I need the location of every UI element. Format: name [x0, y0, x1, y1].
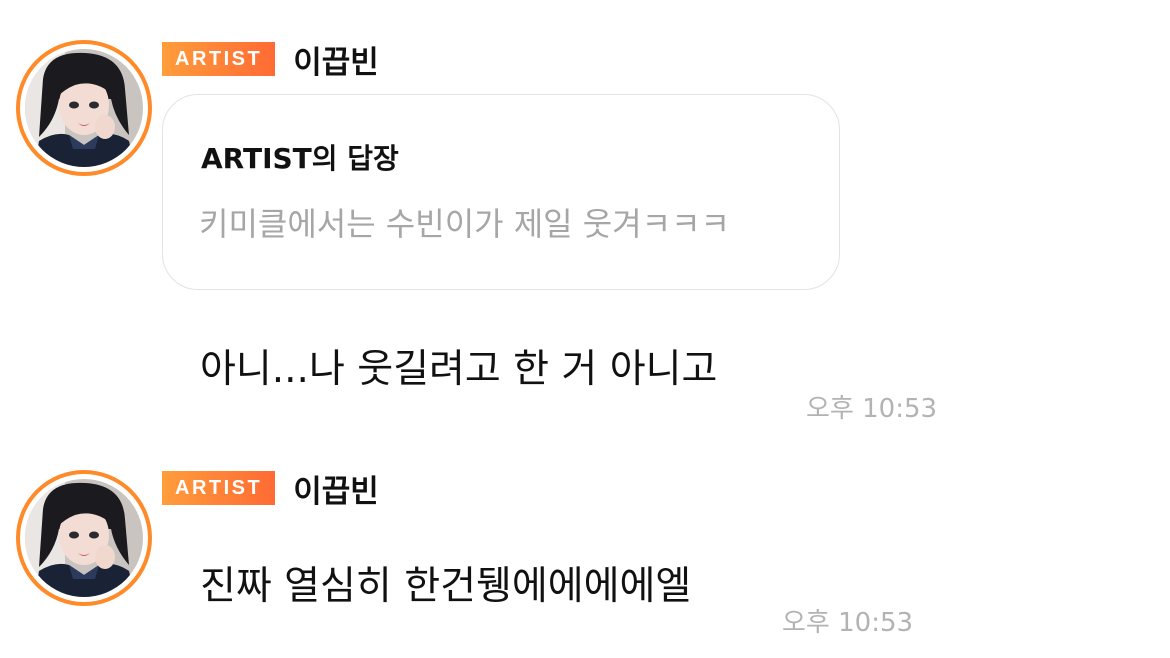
reply-quote-card[interactable]: ARTIST의 답장 키미클에서는 수빈이가 제일 웃겨ㅋㅋㅋ [162, 94, 840, 290]
message-group: ARTIST 이끕빈 ARTIST의 답장 키미클에서는 수빈이가 제일 웃겨ㅋ… [0, 0, 1170, 440]
message-timestamp: 오후 10:53 [782, 608, 914, 638]
message-header: ARTIST 이끕빈 [162, 466, 379, 511]
profile-photo-icon [25, 49, 143, 167]
profile-photo-icon [25, 479, 143, 597]
message-group: ARTIST 이끕빈 진짜 열심히 한건뒝에에에에엘 오후 10:53 [0, 440, 1170, 658]
message-text: 아니...나 웃길려고 한 거 아니고 [200, 347, 718, 392]
avatar[interactable] [16, 470, 152, 606]
artist-badge: ARTIST [162, 42, 276, 76]
message-text: 진짜 열심히 한건뒝에에에에엘 [200, 564, 692, 609]
sender-name[interactable]: 이끕빈 [293, 466, 379, 511]
message-header: ARTIST 이끕빈 [162, 37, 379, 82]
message-timestamp: 오후 10:53 [806, 394, 938, 424]
reply-quote-text: 키미클에서는 수빈이가 제일 웃겨ㅋㅋㅋ [199, 205, 730, 243]
reply-title: ARTIST의 답장 [201, 142, 399, 175]
chat-thread: ARTIST 이끕빈 ARTIST의 답장 키미클에서는 수빈이가 제일 웃겨ㅋ… [0, 0, 1170, 658]
avatar[interactable] [16, 40, 152, 176]
artist-badge: ARTIST [162, 471, 276, 505]
sender-name[interactable]: 이끕빈 [293, 37, 379, 82]
